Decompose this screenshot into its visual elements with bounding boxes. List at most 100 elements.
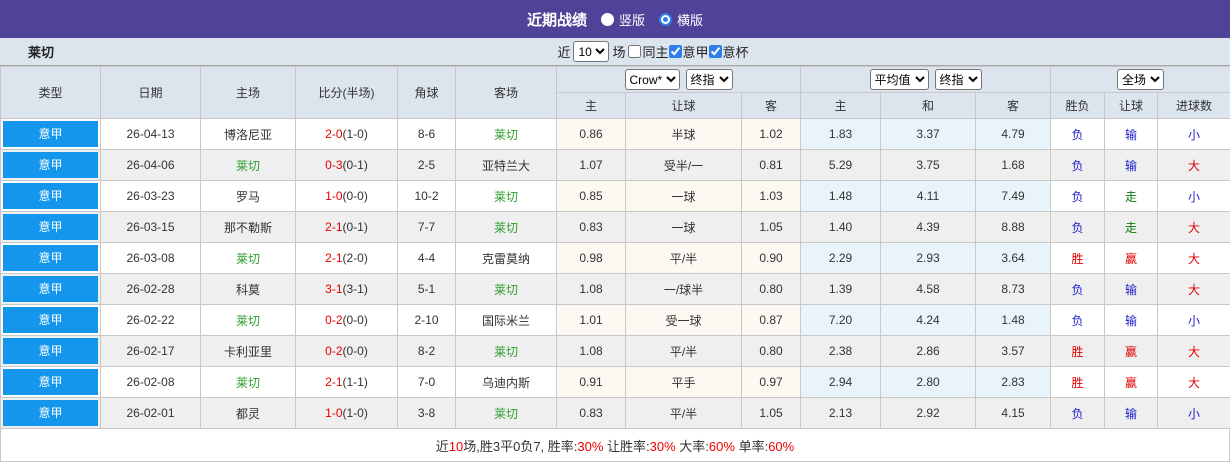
avg-group-select-0[interactable]: 平均值 bbox=[870, 69, 929, 90]
results-table: 类型日期主场比分(半场)角球客场Crow*终指平均值终指全场 主让球客主和客胜负… bbox=[0, 66, 1230, 429]
odds-group-col-1: 让球 bbox=[626, 93, 742, 119]
winloss-cell: 胜 bbox=[1051, 243, 1105, 274]
halftime-score: (0-0) bbox=[343, 189, 368, 203]
layout-radio-vertical[interactable]: 竖版 bbox=[601, 10, 645, 29]
avg-group-select-1[interactable]: 终指 bbox=[935, 69, 982, 90]
odds-away-cell: 0.87 bbox=[742, 305, 801, 336]
avg-home-cell: 2.94 bbox=[801, 367, 881, 398]
handicap-result-cell: 赢 bbox=[1105, 243, 1158, 274]
odds-away-cell: 1.05 bbox=[742, 212, 801, 243]
summary-value: 10 bbox=[449, 439, 463, 454]
score-cell: 2-1(0-1) bbox=[296, 212, 398, 243]
avg-away-cell: 3.64 bbox=[976, 243, 1051, 274]
col-header-2: 主场 bbox=[201, 67, 296, 119]
league-filter-checkboxes: 同主意甲意杯 bbox=[628, 42, 748, 61]
corner-cell: 7-7 bbox=[398, 212, 456, 243]
fulltime-score: 0-2 bbox=[325, 313, 342, 327]
handicap-cell: 平/半 bbox=[626, 398, 742, 429]
away-team-cell: 国际米兰 bbox=[456, 305, 557, 336]
corner-cell: 8-6 bbox=[398, 119, 456, 150]
handicap-cell: 半球 bbox=[626, 119, 742, 150]
away-team-cell: 莱切 bbox=[456, 181, 557, 212]
away-team-cell: 莱切 bbox=[456, 119, 557, 150]
league-badge: 意甲 bbox=[3, 338, 98, 364]
league-cell: 意甲 bbox=[1, 305, 101, 336]
score-cell: 2-0(1-0) bbox=[296, 119, 398, 150]
date-cell: 26-03-15 bbox=[101, 212, 201, 243]
odds-away-cell: 0.80 bbox=[742, 274, 801, 305]
match-row: 意甲26-02-08莱切2-1(1-1)7-0乌迪内斯0.91平手0.972.9… bbox=[1, 367, 1230, 398]
recent-results-panel: 近期战绩 竖版横版 莱切 近 10 场 同主意甲意杯 类型日期主场比分(半场)角… bbox=[0, 0, 1230, 452]
match-row: 意甲26-02-17卡利亚里0-2(0-0)8-2莱切1.08平/半0.802.… bbox=[1, 336, 1230, 367]
avg-draw-cell: 2.80 bbox=[881, 367, 976, 398]
title-bar: 近期战绩 竖版横版 bbox=[0, 0, 1230, 38]
winloss-cell: 负 bbox=[1051, 398, 1105, 429]
fulltime-score: 1-0 bbox=[325, 406, 342, 420]
match-row: 意甲26-02-22莱切0-2(0-0)2-10国际米兰1.01受一球0.877… bbox=[1, 305, 1230, 336]
handicap-cell: 一球 bbox=[626, 181, 742, 212]
col-header-3: 比分(半场) bbox=[296, 67, 398, 119]
score-cell: 0-2(0-0) bbox=[296, 336, 398, 367]
handicap-cell: 受半/一 bbox=[626, 150, 742, 181]
odds-home-cell: 0.98 bbox=[557, 243, 626, 274]
corner-cell: 2-10 bbox=[398, 305, 456, 336]
halftime-score: (2-0) bbox=[343, 251, 368, 265]
league-badge: 意甲 bbox=[3, 400, 98, 426]
avg-away-cell: 1.68 bbox=[976, 150, 1051, 181]
match-count-select[interactable]: 10 bbox=[573, 41, 609, 62]
away-team-cell: 莱切 bbox=[456, 398, 557, 429]
odds-home-cell: 1.08 bbox=[557, 274, 626, 305]
halftime-score: (3-1) bbox=[343, 282, 368, 296]
odds-home-cell: 0.86 bbox=[557, 119, 626, 150]
avg-home-cell: 2.29 bbox=[801, 243, 881, 274]
checkbox-意杯[interactable] bbox=[709, 45, 722, 58]
goals-result-cell: 小 bbox=[1158, 119, 1230, 150]
avg-draw-cell: 2.86 bbox=[881, 336, 976, 367]
checkbox-同主[interactable] bbox=[628, 45, 641, 58]
handicap-cell: 平/半 bbox=[626, 243, 742, 274]
score-cell: 1-0(1-0) bbox=[296, 398, 398, 429]
filter-check-0[interactable]: 同主 bbox=[628, 42, 668, 61]
date-cell: 26-02-08 bbox=[101, 367, 201, 398]
away-team-cell: 亚特兰大 bbox=[456, 150, 557, 181]
avg-away-cell: 8.73 bbox=[976, 274, 1051, 305]
radio-label: 横版 bbox=[677, 10, 703, 29]
filter-controls: 近 10 场 同主意甲意杯 bbox=[557, 41, 748, 62]
score-cell: 0-3(0-1) bbox=[296, 150, 398, 181]
date-cell: 26-02-01 bbox=[101, 398, 201, 429]
league-cell: 意甲 bbox=[1, 398, 101, 429]
date-cell: 26-03-08 bbox=[101, 243, 201, 274]
odds-group-select-1[interactable]: 终指 bbox=[686, 69, 733, 90]
fulltime-score: 2-1 bbox=[325, 251, 342, 265]
corner-cell: 4-4 bbox=[398, 243, 456, 274]
handicap-result-cell: 输 bbox=[1105, 119, 1158, 150]
avg-home-cell: 1.40 bbox=[801, 212, 881, 243]
checkbox-意甲[interactable] bbox=[669, 45, 682, 58]
odds-away-cell: 1.05 bbox=[742, 398, 801, 429]
handicap-cell: 受一球 bbox=[626, 305, 742, 336]
avg-home-cell: 1.48 bbox=[801, 181, 881, 212]
odds-home-cell: 0.91 bbox=[557, 367, 626, 398]
winloss-cell: 负 bbox=[1051, 274, 1105, 305]
avg-group-header: 平均值终指 bbox=[801, 67, 1051, 93]
goals-result-cell: 大 bbox=[1158, 212, 1230, 243]
layout-radio-horizontal[interactable]: 横版 bbox=[659, 10, 703, 29]
filter-check-1[interactable]: 意甲 bbox=[669, 42, 709, 61]
odds-home-cell: 0.83 bbox=[557, 212, 626, 243]
summary-value: 60% bbox=[768, 439, 794, 454]
goals-result-cell: 大 bbox=[1158, 150, 1230, 181]
summary-value: 60% bbox=[709, 439, 735, 454]
odds-away-cell: 1.02 bbox=[742, 119, 801, 150]
away-team-cell: 乌迪内斯 bbox=[456, 367, 557, 398]
avg-away-cell: 2.83 bbox=[976, 367, 1051, 398]
summary-value: 30% bbox=[650, 439, 676, 454]
match-row: 意甲26-03-23罗马1-0(0-0)10-2莱切0.85一球1.031.48… bbox=[1, 181, 1230, 212]
filter-check-2[interactable]: 意杯 bbox=[709, 42, 749, 61]
home-team-cell: 那不勒斯 bbox=[201, 212, 296, 243]
score-cell: 2-1(2-0) bbox=[296, 243, 398, 274]
result-group-select-0[interactable]: 全场 bbox=[1117, 69, 1164, 90]
odds-group-select-0[interactable]: Crow* bbox=[625, 69, 680, 90]
odds-group-col-2: 客 bbox=[742, 93, 801, 119]
corner-cell: 7-0 bbox=[398, 367, 456, 398]
halftime-score: (1-0) bbox=[343, 406, 368, 420]
